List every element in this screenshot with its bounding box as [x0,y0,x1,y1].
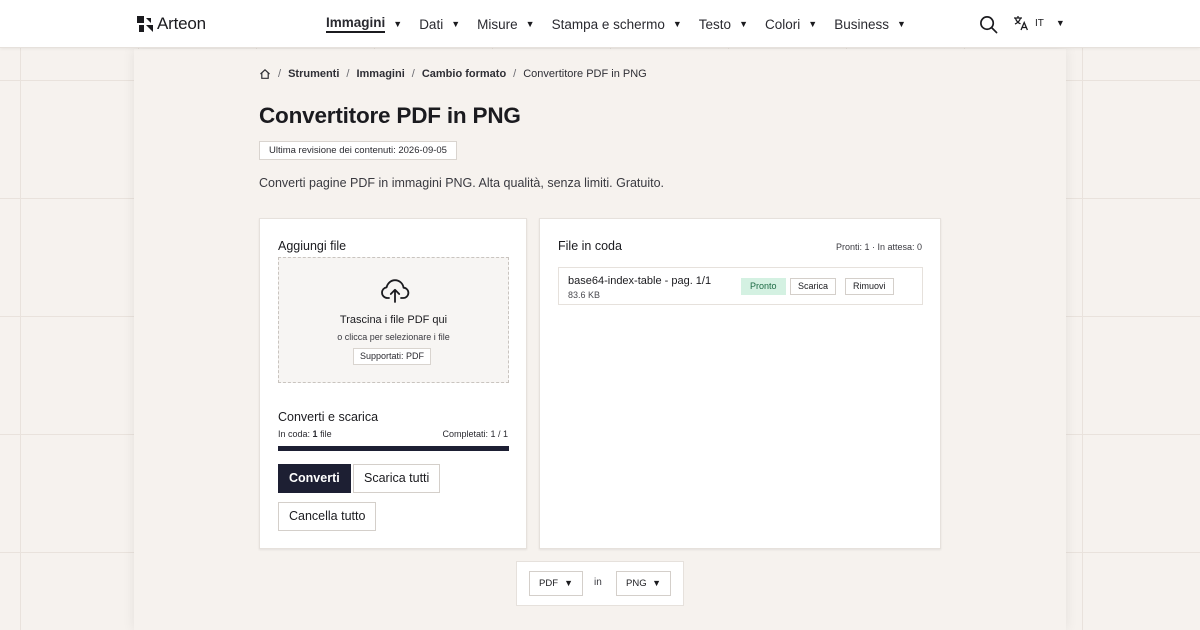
conversion-progress-bar [278,446,509,451]
search-icon[interactable] [979,15,998,34]
chevron-down-icon: ▼ [1055,18,1065,28]
source-format-select[interactable]: PDF ▼ [529,571,583,596]
breadcrumb: / Strumenti / Immagini / Cambio formato … [259,68,647,80]
chevron-down-icon: ▼ [808,19,818,29]
supported-formats-badge: Supportati: PDF [353,348,432,365]
queue-card: File in coda Pronti: 1 · In attesa: 0 ba… [539,218,941,549]
logo-icon [137,16,153,32]
nav-item-misure[interactable]: Misure ▼ [477,17,534,32]
top-navigation-bar: Arteon Immagini ▼ Dati ▼ Misure ▼ Stampa… [0,0,1200,48]
breadcrumb-separator: / [411,68,415,80]
clear-all-button[interactable]: Cancella tutto [278,502,377,531]
status-badge: Pronto [741,278,786,295]
file-dropzone[interactable]: Trascina i file PDF qui o clicca per sel… [278,257,509,383]
nav-item-label: Misure [477,16,518,32]
file-name: base64-index-table - pag. 1/1 [568,275,712,287]
nav-item-label: Dati [419,16,444,32]
translate-icon [1014,16,1028,31]
nav-item-label: Business [834,16,889,32]
download-all-button[interactable]: Scarica tutti [353,464,441,493]
breadcrumb-item-immagini[interactable]: Immagini [356,68,404,80]
language-selector[interactable]: IT ▼ [1013,15,1065,31]
nav-item-stampa-e-schermo[interactable]: Stampa e schermo ▼ [552,17,682,32]
format-connector: in [594,577,602,588]
nav-item-immagini[interactable]: Immagini ▼ [326,15,402,33]
breadcrumb-item-cambio-formato[interactable]: Cambio formato [422,68,506,80]
main-content: / Strumenti / Immagini / Cambio formato … [134,49,1066,630]
breadcrumb-separator: / [346,68,350,80]
chevron-down-icon: ▼ [652,578,661,588]
main-nav: Immagini ▼ Dati ▼ Misure ▼ Stampa e sche… [326,0,923,48]
upload-card-title: Aggiungi file [278,239,347,253]
list-item: base64-index-table - pag. 1/1 83.6 KB Pr… [558,267,923,305]
logo-link[interactable]: Arteon [137,14,206,34]
page-description: Converti pagine PDF in immagini PNG. Alt… [259,176,665,190]
chevron-down-icon: ▼ [672,19,682,29]
home-icon[interactable] [259,68,271,80]
nav-item-business[interactable]: Business ▼ [834,17,906,32]
revision-badge: Ultima revisione dei contenuti: 2026-09-… [259,141,457,160]
convert-section-title: Converti e scarica [278,410,379,424]
page-title: Convertitore PDF in PNG [259,103,521,128]
file-size: 83.6 KB [568,290,601,300]
queue-count-value: 1 [312,429,318,439]
queue-count: In coda: 1 file [278,429,332,439]
nav-item-label: Stampa e schermo [551,16,665,32]
chevron-down-icon: ▼ [739,19,748,29]
remove-file-button[interactable]: Rimuovi [845,278,894,295]
dropzone-title: Trascina i file PDF qui [339,314,448,326]
target-format-value: PNG [626,578,647,589]
queue-card-title: File in coda [558,239,622,253]
upload-card: Aggiungi file Trascina i file PDF qui o … [259,218,527,549]
nav-item-label: Immagini [326,15,386,33]
target-format-select[interactable]: PNG ▼ [616,571,671,596]
queue-status: Pronti: 1 · In attesa: 0 [835,242,922,252]
cloud-upload-icon [381,279,410,303]
completed-count: Completati: 1 / 1 [442,429,508,439]
chevron-down-icon: ▼ [451,19,461,29]
breadcrumb-current: Convertitore PDF in PNG [523,68,647,80]
nav-item-label: Testo [698,16,732,32]
chevron-down-icon: ▼ [525,19,535,29]
download-file-button[interactable]: Scarica [790,278,837,295]
logo-text: Arteon [157,14,206,33]
nav-item-label: Colori [765,16,801,32]
breadcrumb-item-strumenti[interactable]: Strumenti [288,68,339,80]
format-switcher: PDF ▼ in PNG ▼ [516,561,684,606]
nav-item-testo[interactable]: Testo ▼ [699,17,748,32]
breadcrumb-separator: / [513,68,517,80]
nav-item-dati[interactable]: Dati ▼ [419,17,460,32]
nav-item-colori[interactable]: Colori ▼ [765,17,817,32]
queue-unit: file [320,429,332,439]
source-format-value: PDF [539,578,558,589]
progress-fill [278,446,509,451]
chevron-down-icon: ▼ [564,578,573,588]
chevron-down-icon: ▼ [393,19,403,29]
queue-label: In coda: [278,429,311,439]
breadcrumb-separator: / [278,68,282,80]
convert-button[interactable]: Converti [278,464,351,493]
dropzone-subtitle: o clicca per selezionare i file [337,332,450,342]
chevron-down-icon: ▼ [896,19,906,29]
language-code: IT [1035,17,1044,29]
